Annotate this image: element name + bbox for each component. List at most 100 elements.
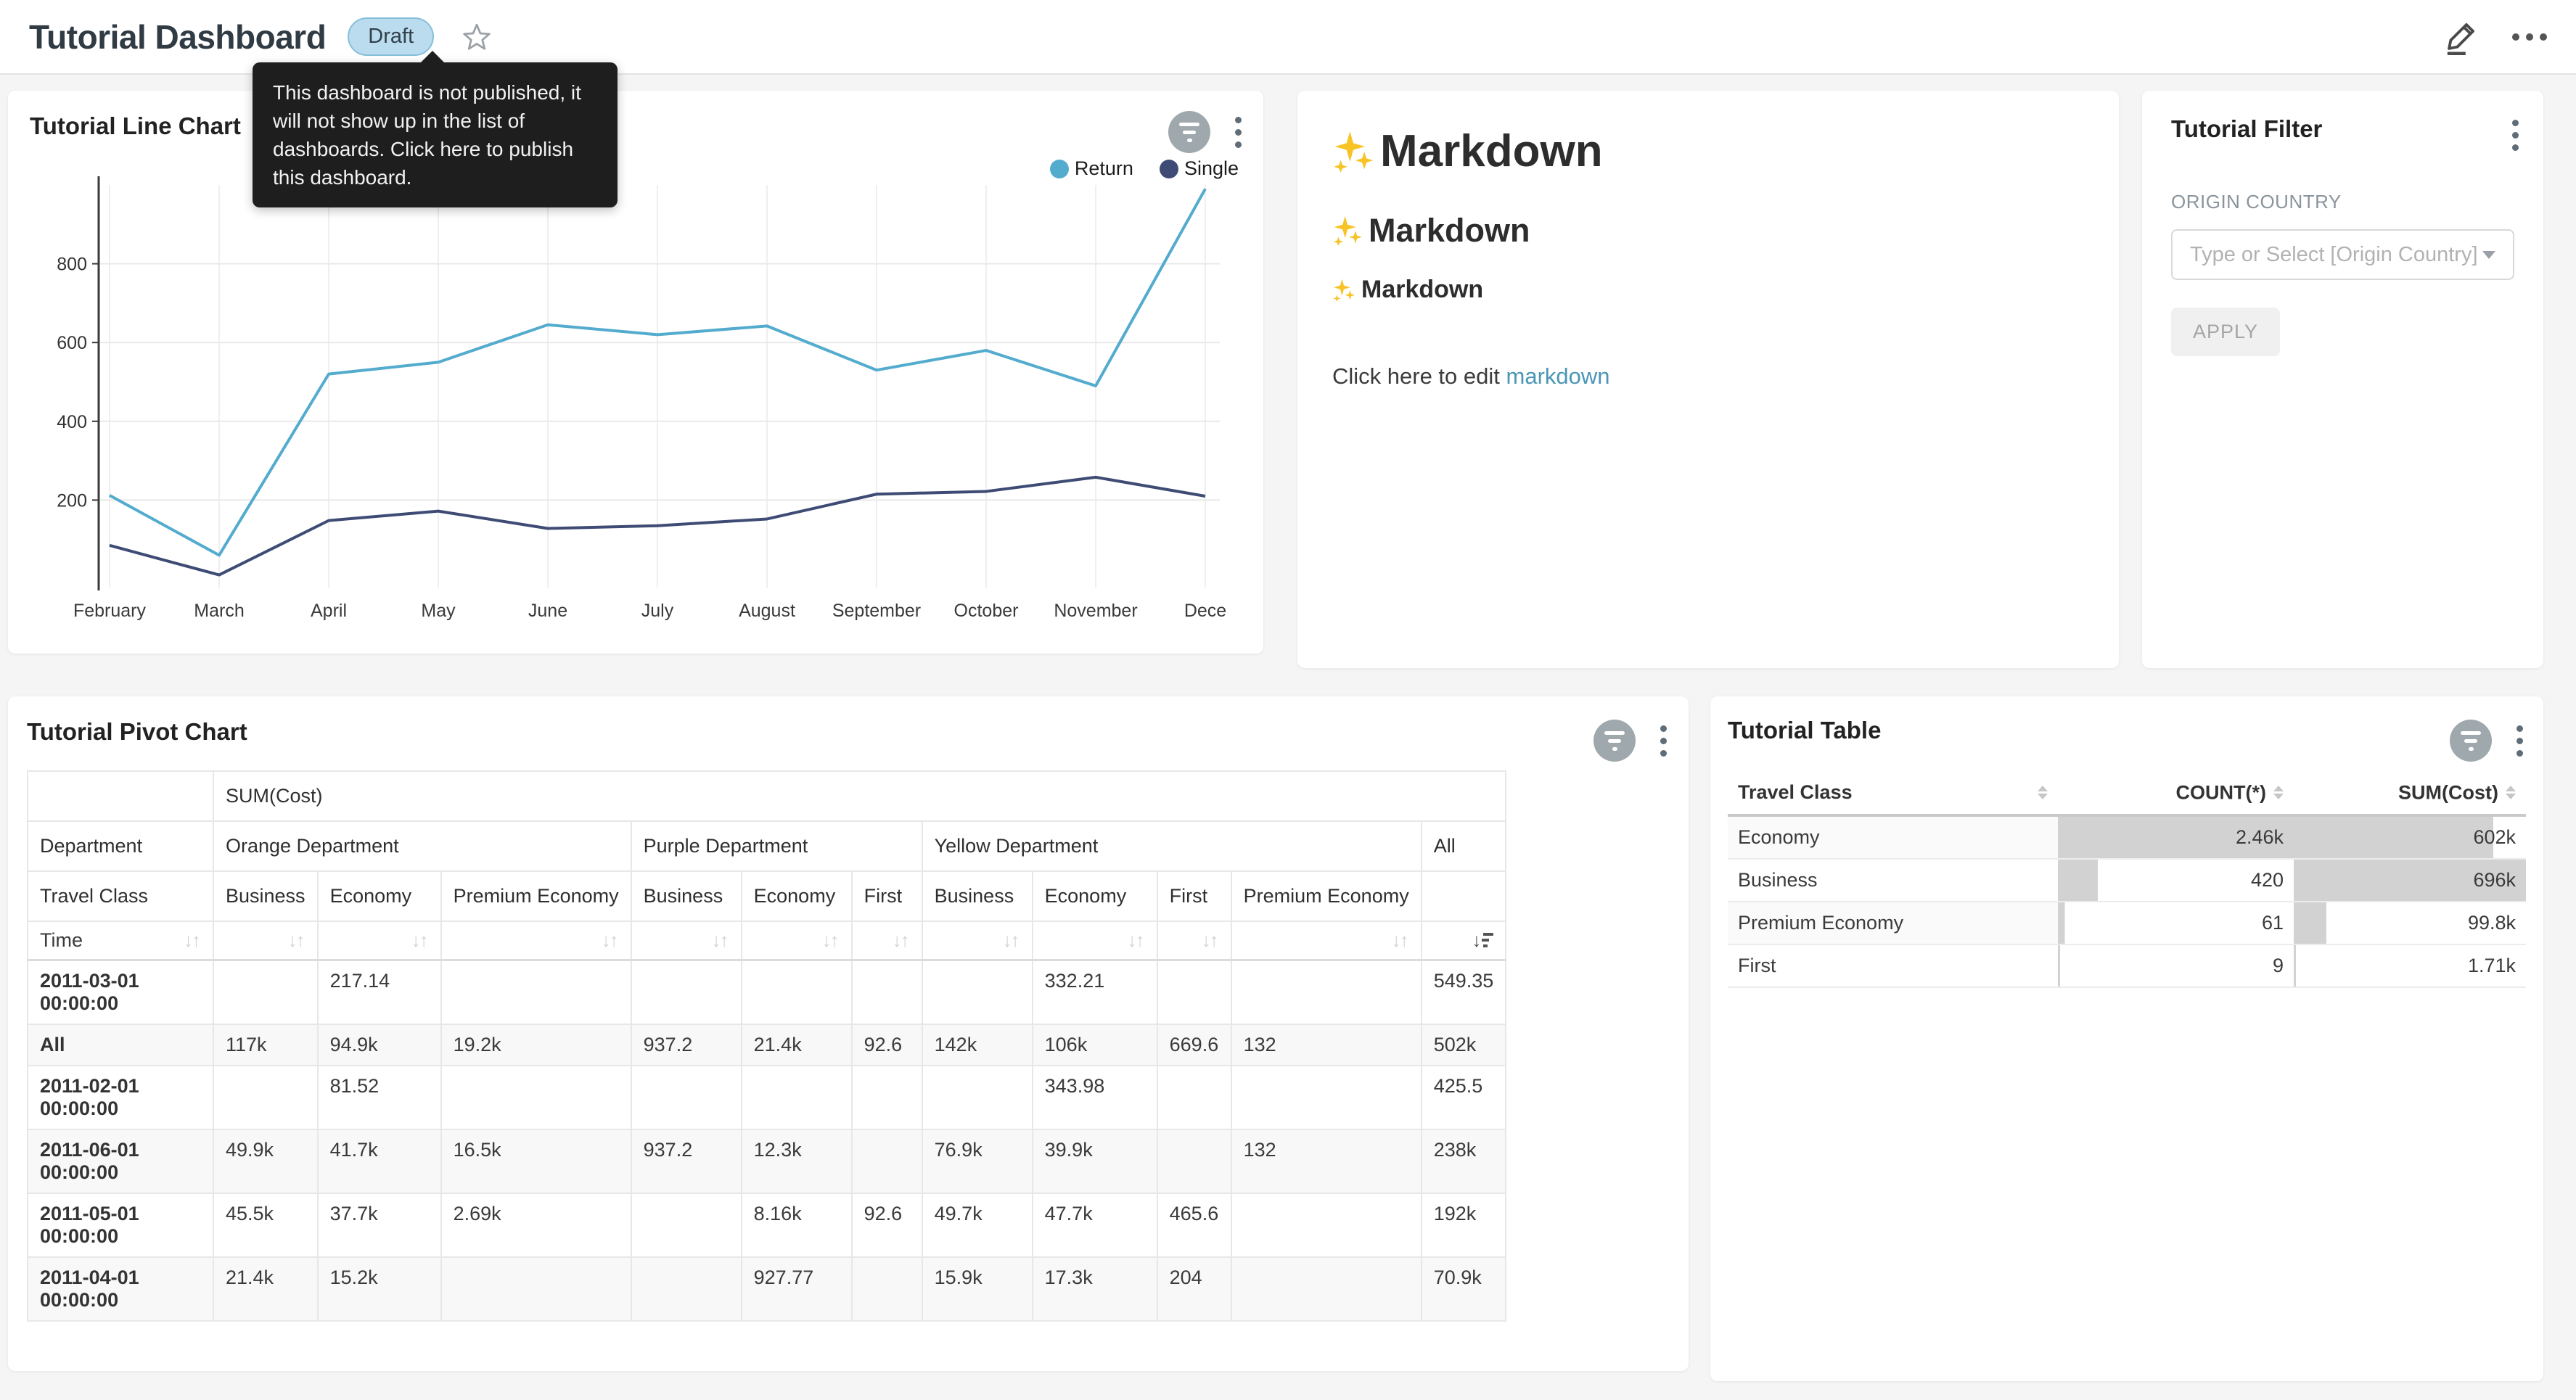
sort-descending-icon[interactable]: ↓ <box>1472 929 1493 951</box>
sort-icon[interactable]: ↓↑ <box>1003 929 1020 951</box>
sort-icon[interactable]: ↓↑ <box>288 929 305 951</box>
apply-button[interactable]: APPLY <box>2171 308 2280 356</box>
travel-class-cell: Economy <box>1728 815 2058 859</box>
pivot-cell <box>1157 1129 1231 1193</box>
pivot-cell: 2.69k <box>441 1193 631 1257</box>
pivot-cell <box>922 960 1033 1025</box>
pivot-cell <box>852 960 922 1025</box>
pivot-row: 2011-03-01 00:00:00217.14332.21549.35 <box>28 960 1506 1025</box>
filter-badge-icon[interactable] <box>2450 720 2492 762</box>
pivot-column-header: Business <box>922 871 1033 921</box>
pivot-sort-cell: ↓↑ <box>852 921 922 960</box>
kebab-menu-button[interactable] <box>1660 725 1667 757</box>
pivot-cell: 132 <box>1231 1129 1422 1193</box>
edit-dashboard-button[interactable] <box>2442 19 2479 55</box>
sort-carets-icon[interactable] <box>2273 786 2284 799</box>
sort-carets-icon[interactable] <box>2506 786 2516 799</box>
markdown-panel: Markdown Markdown Markdown Click here to… <box>1297 91 2119 668</box>
sort-icon[interactable]: ↓↑ <box>184 929 201 951</box>
pivot-cell <box>852 1257 922 1321</box>
svg-text:June: June <box>528 601 567 621</box>
origin-country-select[interactable]: Type or Select [Origin Country] <box>2171 229 2514 280</box>
pivot-cell <box>742 1066 852 1129</box>
sort-icon[interactable]: ↓↑ <box>822 929 840 951</box>
pivot-metric-header: SUM(Cost) <box>213 771 1506 821</box>
pivot-cell: 12.3k <box>742 1129 852 1193</box>
pivot-all-header: All <box>1422 821 1506 871</box>
pivot-group-header: Purple Department <box>631 821 922 871</box>
pivot-cell: 19.2k <box>441 1024 631 1066</box>
pivot-column-header <box>1422 871 1506 921</box>
pivot-cell: 92.6 <box>852 1024 922 1066</box>
pivot-cell: 669.6 <box>1157 1024 1231 1066</box>
pivot-cell: 17.3k <box>1033 1257 1157 1321</box>
svg-text:May: May <box>421 601 456 621</box>
pivot-column-header: Business <box>631 871 742 921</box>
pivot-cell: 465.6 <box>1157 1193 1231 1257</box>
pivot-cell <box>852 1129 922 1193</box>
kebab-menu-button[interactable] <box>2516 725 2523 757</box>
sort-icon[interactable]: ↓↑ <box>602 929 619 951</box>
pivot-group-header: Orange Department <box>213 821 631 871</box>
publish-tooltip[interactable]: This dashboard is not published, it will… <box>253 62 618 207</box>
pivot-cell: 238k <box>1422 1129 1506 1193</box>
line-chart-canvas[interactable]: 200400600800FebruaryMarchAprilMayJuneJul… <box>26 163 1242 635</box>
pivot-cell: 76.9k <box>922 1129 1033 1193</box>
favorite-button[interactable] <box>462 22 492 52</box>
sort-icon[interactable]: ↓↑ <box>712 929 729 951</box>
sort-icon[interactable]: ↓↑ <box>411 929 429 951</box>
pivot-cell <box>441 1257 631 1321</box>
pivot-cell <box>1157 1066 1231 1129</box>
filter-panel: Tutorial Filter ORIGIN COUNTRY Type or S… <box>2142 91 2543 668</box>
pivot-row: 2011-02-01 00:00:0081.52343.98425.5 <box>28 1066 1506 1129</box>
sort-icon[interactable]: ↓↑ <box>893 929 910 951</box>
pivot-column-header: Premium Economy <box>1231 871 1422 921</box>
markdown-heading-1: Markdown <box>1332 125 2084 177</box>
pivot-cell: 21.4k <box>213 1257 318 1321</box>
pivot-row: 2011-05-01 00:00:0045.5k37.7k2.69k8.16k9… <box>28 1193 1506 1257</box>
sort-icon[interactable]: ↓↑ <box>1202 929 1219 951</box>
pivot-sort-cell: ↓ <box>1422 921 1506 960</box>
pivot-cell: 106k <box>1033 1024 1157 1066</box>
legend-item-single[interactable]: Single <box>1160 157 1239 180</box>
legend-item-return[interactable]: Return <box>1050 157 1133 180</box>
pivot-sort-cell: ↓↑ <box>1033 921 1157 960</box>
sum-cost-cell: 99.8k <box>2294 902 2526 944</box>
column-header-count[interactable]: COUNT(*) <box>2058 770 2294 815</box>
pivot-column-header: Economy <box>318 871 441 921</box>
origin-country-label: ORIGIN COUNTRY <box>2171 191 2514 213</box>
column-header-sum-cost[interactable]: SUM(Cost) <box>2294 770 2526 815</box>
pivot-cell <box>631 1257 742 1321</box>
more-menu-button[interactable] <box>2512 33 2547 41</box>
pivot-row: All117k94.9k19.2k937.221.4k92.6142k106k6… <box>28 1024 1506 1066</box>
pivot-group-header: Yellow Department <box>922 821 1422 871</box>
kebab-menu-button[interactable] <box>1235 117 1242 148</box>
pivot-table: SUM(Cost)DepartmentOrange DepartmentPurp… <box>27 770 1670 1322</box>
svg-text:800: 800 <box>57 255 87 275</box>
pivot-cell: 45.5k <box>213 1193 318 1257</box>
pivot-cell <box>852 1066 922 1129</box>
filter-badge-icon[interactable] <box>1593 720 1636 762</box>
sort-carets-icon[interactable] <box>2038 786 2048 799</box>
pivot-cell: 41.7k <box>318 1129 441 1193</box>
pivot-cell: 15.2k <box>318 1257 441 1321</box>
pivot-column-header: Business <box>213 871 318 921</box>
edit-markdown-link[interactable]: markdown <box>1506 363 1610 389</box>
svg-text:August: August <box>739 601 795 621</box>
chart-title: Tutorial Line Chart <box>30 112 241 140</box>
pivot-cell: 37.7k <box>318 1193 441 1257</box>
legend-label: Single <box>1184 157 1239 180</box>
sort-icon[interactable]: ↓↑ <box>1128 929 1145 951</box>
filter-badge-icon[interactable] <box>1168 111 1210 153</box>
pivot-cell: 70.9k <box>1422 1257 1506 1321</box>
pivot-cell: 343.98 <box>1033 1066 1157 1129</box>
sort-icon[interactable]: ↓↑ <box>1392 929 1409 951</box>
svg-text:Dece: Dece <box>1184 601 1226 621</box>
line-chart-panel: Tutorial Line Chart ReturnSingle 2004006… <box>8 91 1263 654</box>
pivot-cell <box>1231 960 1422 1025</box>
kebab-menu-button[interactable] <box>2512 120 2519 151</box>
column-header-travel-class[interactable]: Travel Class <box>1728 770 2058 815</box>
sparkles-icon <box>1332 131 1374 173</box>
pivot-cell: 16.5k <box>441 1129 631 1193</box>
svg-text:600: 600 <box>57 333 87 353</box>
